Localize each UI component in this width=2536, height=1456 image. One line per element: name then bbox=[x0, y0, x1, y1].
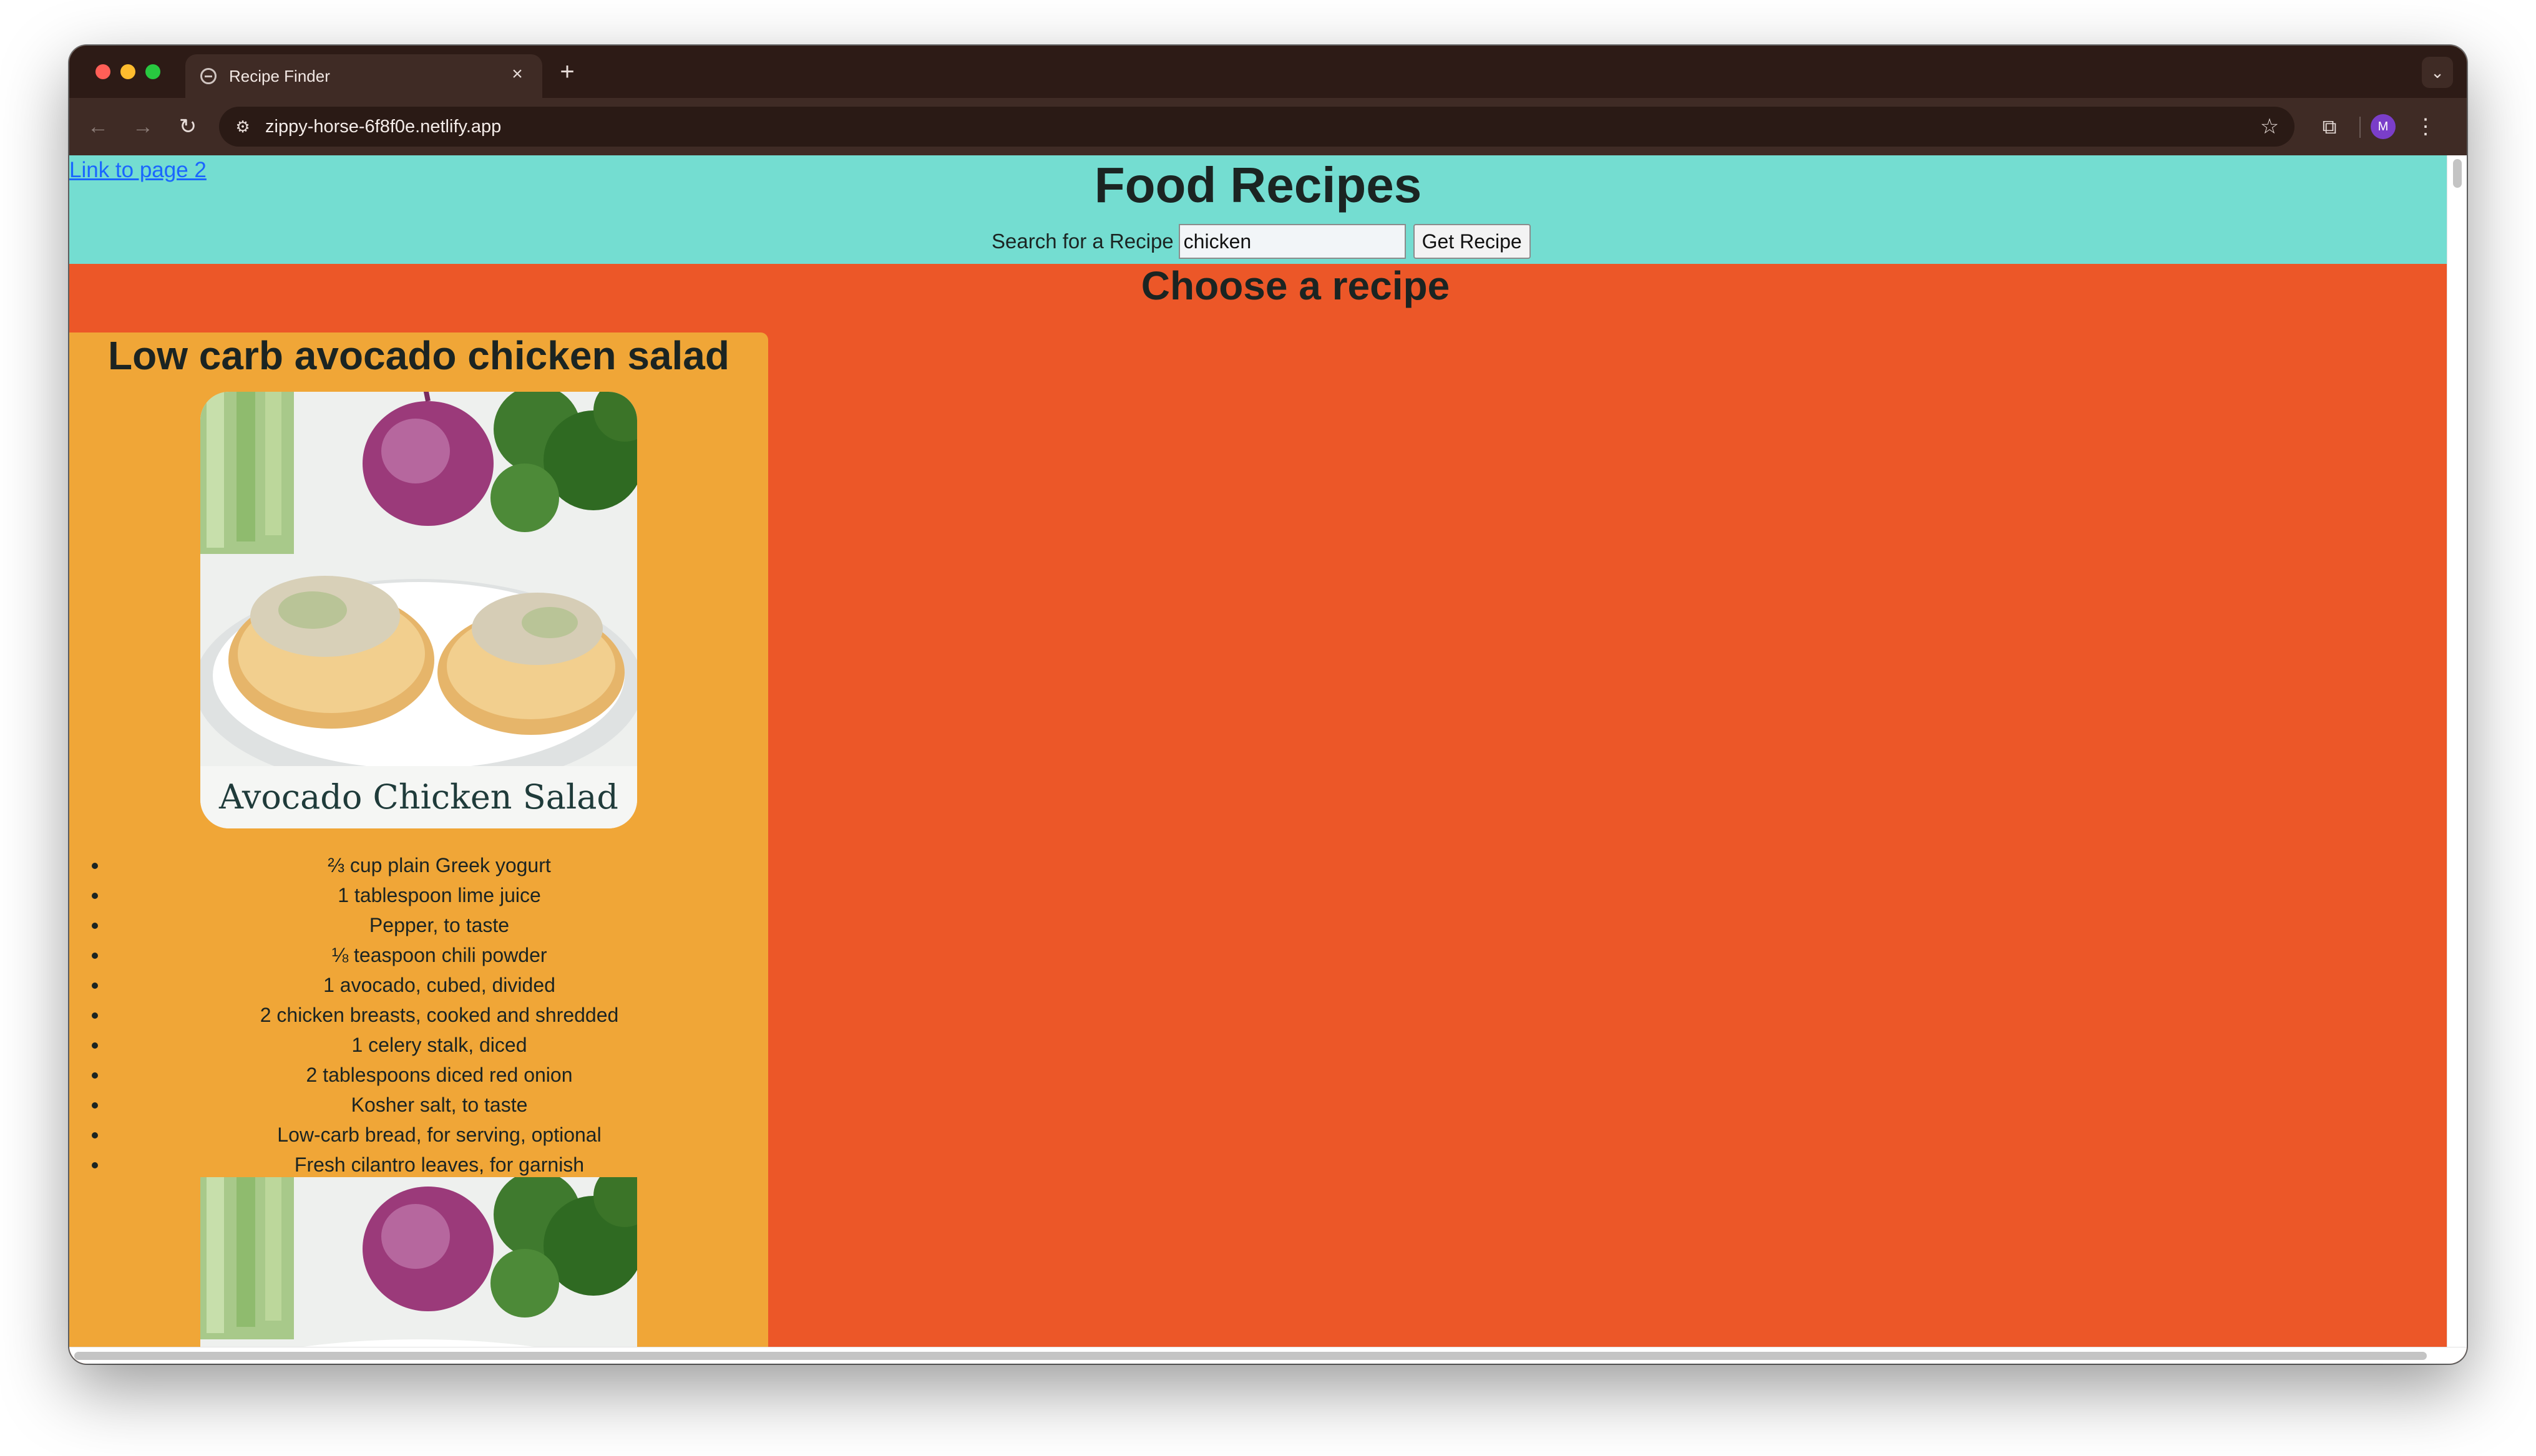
photo-caption: Avocado Chicken Salad bbox=[219, 777, 618, 817]
recipe-title: Low carb avocado chicken salad bbox=[108, 333, 729, 378]
forward-icon[interactable]: → bbox=[127, 110, 159, 143]
bookmark-star-icon[interactable]: ☆ bbox=[2256, 113, 2283, 140]
url-text: zippy-horse-6f8f0e.netlify.app bbox=[265, 117, 502, 137]
recipe-image-second bbox=[200, 1177, 637, 1347]
list-item: Pepper, to taste bbox=[69, 910, 768, 940]
globe-icon bbox=[200, 68, 217, 84]
list-item: 1 tablespoon lime juice bbox=[69, 880, 768, 910]
tab-recipe-finder[interactable]: Recipe Finder × bbox=[185, 54, 542, 98]
search-input[interactable] bbox=[1178, 224, 1406, 259]
maximize-window-button[interactable] bbox=[145, 64, 160, 79]
section-title: Choose a recipe bbox=[1141, 263, 1450, 308]
close-window-button[interactable] bbox=[95, 64, 110, 79]
list-item: 2 chicken breasts, cooked and shredded bbox=[69, 1000, 768, 1030]
search-label: Search for a Recipe bbox=[992, 230, 1174, 253]
list-item: 2 tablespoons diced red onion bbox=[69, 1060, 768, 1090]
tab-strip: Recipe Finder × + ⌄ bbox=[69, 46, 2467, 98]
vertical-scroll-thumb[interactable] bbox=[2453, 159, 2462, 188]
avatar[interactable]: M bbox=[2371, 114, 2396, 139]
horizontal-scrollbar[interactable] bbox=[69, 1347, 2467, 1364]
page-viewport: Food Recipes Link to page 2 Search for a… bbox=[69, 155, 2447, 1347]
browser-window: Recipe Finder × + ⌄ ← → ↻ ⚙ zippy-horse-… bbox=[69, 46, 2467, 1364]
kebab-menu-icon[interactable]: ⋮ bbox=[2409, 110, 2442, 143]
list-item: ⅛ teaspoon chili powder bbox=[69, 940, 768, 970]
list-item: Low-carb bread, for serving, optional bbox=[69, 1120, 768, 1150]
list-item: Kosher salt, to taste bbox=[69, 1090, 768, 1120]
browser-toolbar: ← → ↻ ⚙ zippy-horse-6f8f0e.netlify.app ☆… bbox=[69, 98, 2467, 155]
close-icon[interactable]: × bbox=[506, 63, 529, 85]
vertical-scrollbar[interactable] bbox=[2447, 155, 2467, 1347]
list-item: Fresh cilantro leaves, for garnish bbox=[69, 1150, 768, 1180]
recipe-photo-graphic-second bbox=[200, 1177, 637, 1347]
list-item: 1 avocado, cubed, divided bbox=[69, 970, 768, 1000]
chevron-down-icon[interactable]: ⌄ bbox=[2422, 57, 2453, 88]
page-title: Food Recipes bbox=[1094, 157, 1422, 213]
new-tab-button[interactable]: + bbox=[552, 57, 582, 87]
toolbar-divider bbox=[2359, 117, 2361, 138]
ingredients-list: ⅔ cup plain Greek yogurt 1 tablespoon li… bbox=[69, 850, 768, 1180]
back-icon[interactable]: ← bbox=[82, 110, 114, 143]
site-settings-icon[interactable]: ⚙ bbox=[230, 114, 255, 139]
search-form: Search for a Recipe Get Recipe bbox=[992, 224, 1531, 259]
extensions-icon[interactable]: ⧉ bbox=[2313, 110, 2346, 143]
horizontal-scroll-thumb[interactable] bbox=[74, 1352, 2427, 1360]
page-header: Food Recipes Link to page 2 Search for a… bbox=[69, 155, 2447, 264]
recipe-card[interactable]: Low carb avocado chicken salad Avocado C… bbox=[69, 332, 768, 1347]
page-2-link[interactable]: Link to page 2 bbox=[69, 158, 207, 183]
recipe-photo-graphic bbox=[200, 392, 637, 828]
tab-title: Recipe Finder bbox=[229, 67, 330, 85]
get-recipe-button[interactable]: Get Recipe bbox=[1413, 224, 1531, 259]
recipe-image: Avocado Chicken Salad bbox=[200, 392, 637, 828]
list-item: 1 celery stalk, diced bbox=[69, 1030, 768, 1060]
reload-icon[interactable]: ↻ bbox=[172, 110, 204, 143]
address-bar[interactable]: ⚙ zippy-horse-6f8f0e.netlify.app ☆ bbox=[219, 107, 2295, 147]
list-item: ⅔ cup plain Greek yogurt bbox=[69, 850, 768, 880]
minimize-window-button[interactable] bbox=[120, 64, 135, 79]
